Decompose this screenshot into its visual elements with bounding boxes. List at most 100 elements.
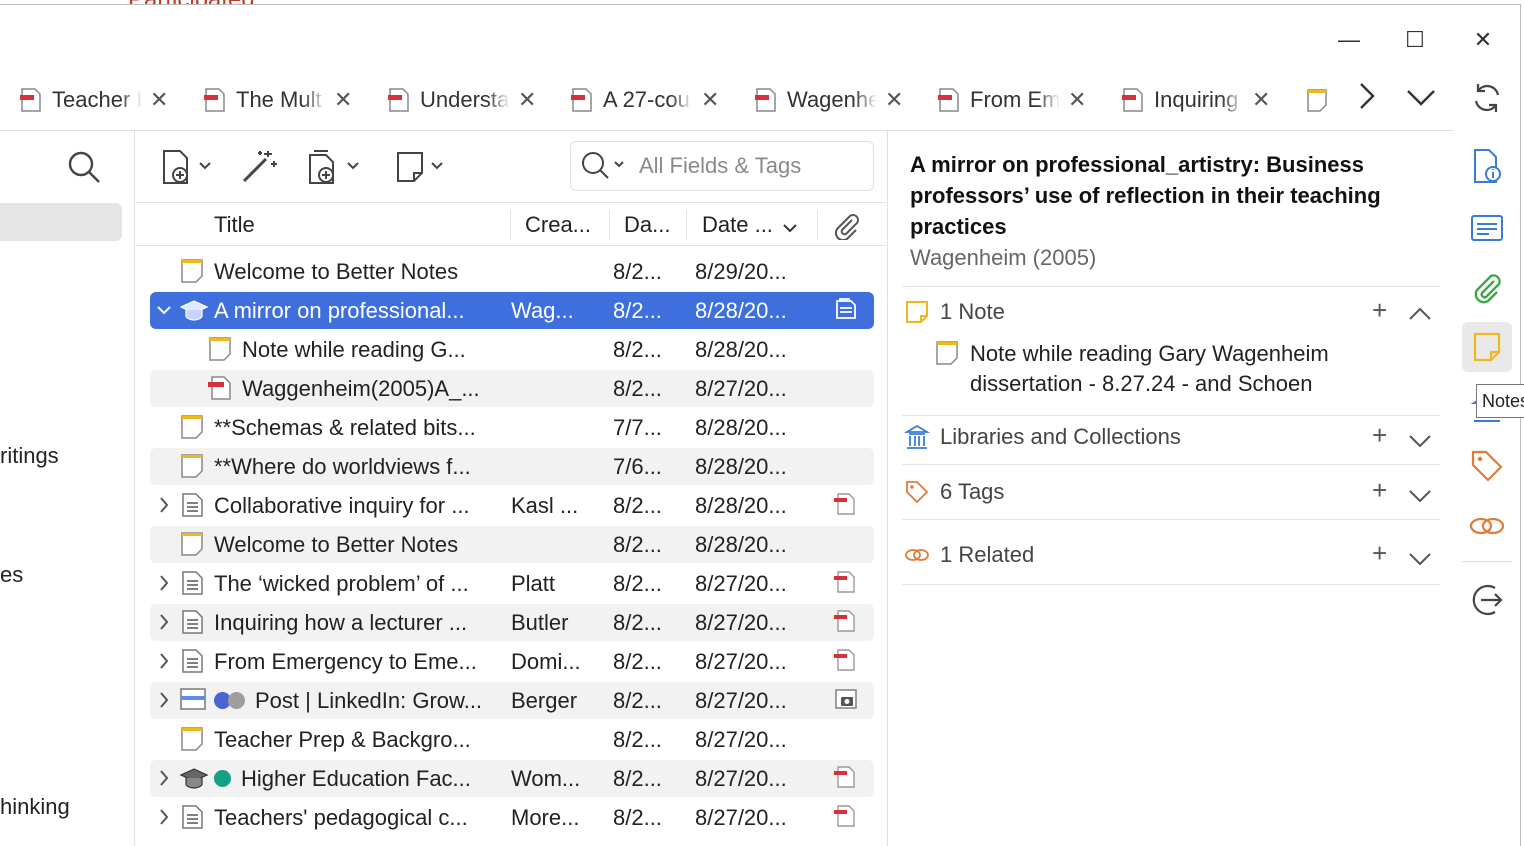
chevron-down-icon[interactable] xyxy=(1404,84,1438,117)
tab-reader-7[interactable]: Inquiring ✕ xyxy=(1122,85,1270,115)
search-input[interactable] xyxy=(639,153,859,179)
tags-section-header[interactable]: 6 Tags xyxy=(904,479,1004,505)
chevron-up-icon[interactable] xyxy=(1408,299,1432,330)
table-row[interactable]: Teachers' pedagogical c... More... 8/2... 8… xyxy=(150,799,874,836)
attachment-column-icon[interactable] xyxy=(832,212,860,246)
table-row[interactable]: Higher Education Fac... Wom... 8/2... 8/27/… xyxy=(150,760,874,797)
row-date-added: 8/2... xyxy=(613,376,662,401)
table-row[interactable]: A mirror on professional... Wag... 8/2... 8… xyxy=(150,292,874,329)
sidenav-tags[interactable] xyxy=(1462,441,1512,491)
tab-close-icon[interactable]: ✕ xyxy=(150,87,168,113)
selected-collection-row[interactable] xyxy=(0,203,122,241)
add-collection-button[interactable]: + xyxy=(1372,420,1387,451)
collection-row-fragment[interactable]: hinking xyxy=(0,794,70,820)
table-row[interactable]: Waggenheim(2005)A_... 8/2... 8/27/20... xyxy=(150,370,874,407)
new-note-button[interactable] xyxy=(394,149,450,185)
tab-close-icon[interactable]: ✕ xyxy=(1068,87,1086,113)
chevron-right-icon[interactable] xyxy=(1354,80,1380,119)
row-date-modified: 8/28/20... xyxy=(695,493,787,518)
chevron-down-icon[interactable] xyxy=(156,297,172,329)
chevron-right-icon[interactable] xyxy=(156,570,172,602)
chevron-right-icon[interactable] xyxy=(156,492,172,524)
sidenav-info[interactable] xyxy=(1462,141,1512,191)
search-icon[interactable] xyxy=(66,149,102,190)
chevron-down-icon[interactable] xyxy=(1408,544,1432,575)
sort-chevron-icon[interactable] xyxy=(782,216,798,242)
libraries-label: Libraries and Collections xyxy=(940,424,1181,449)
table-row[interactable]: **Schemas & related bits... 7/7... 8/28/20… xyxy=(150,409,874,446)
tab-reader-5[interactable]: Wagenhe ✕ xyxy=(755,85,903,115)
sidenav-abstract[interactable] xyxy=(1462,203,1512,253)
column-date-modified[interactable]: Date ... xyxy=(702,212,773,238)
sidenav-attachments[interactable] xyxy=(1462,263,1512,313)
table-row[interactable]: Post | LinkedIn: Grow... Berger 8/2... 8/27… xyxy=(150,682,874,719)
row-creator: Butler xyxy=(511,610,569,635)
table-row[interactable]: Teacher Prep & Backgro... 8/2... 8/27/20..… xyxy=(150,721,874,758)
sidenav-locate[interactable] xyxy=(1462,575,1512,625)
item-title[interactable]: A mirror on professional_artistry: Busin… xyxy=(910,149,1410,242)
collection-row-fragment[interactable]: ritings xyxy=(0,443,59,469)
new-item-button[interactable] xyxy=(160,149,216,185)
add-tag-button[interactable]: + xyxy=(1372,475,1387,506)
column-creator[interactable]: Crea... xyxy=(525,212,591,238)
row-date-added: 8/2... xyxy=(613,727,662,752)
snapshot-attachment-icon[interactable] xyxy=(834,687,858,713)
thesis-icon xyxy=(179,765,209,791)
add-related-button[interactable]: + xyxy=(1372,538,1387,569)
tab-reader-3[interactable]: Understa ✕ xyxy=(388,85,536,115)
child-note-row[interactable]: Note while reading Gary Wagenheim disser… xyxy=(934,339,1370,399)
column-date-added[interactable]: Da... xyxy=(624,212,670,238)
tab-close-icon[interactable]: ✕ xyxy=(1252,87,1270,113)
pdf-attachment-icon[interactable] xyxy=(834,804,858,830)
pdf-attachment-icon[interactable] xyxy=(834,609,858,635)
sync-button[interactable] xyxy=(1462,73,1512,123)
close-window-button[interactable]: ✕ xyxy=(1466,23,1500,57)
pdf-attachment-icon[interactable] xyxy=(834,570,858,596)
chevron-right-icon[interactable] xyxy=(156,687,172,719)
notes-attachment-icon[interactable] xyxy=(834,297,858,323)
tab-note-partial[interactable] xyxy=(1306,85,1338,115)
tab-reader-2[interactable]: The Mult ✕ xyxy=(204,85,352,115)
column-title[interactable]: Title xyxy=(214,212,255,238)
item-subtitle: Wagenheim (2005) xyxy=(910,245,1097,270)
table-row[interactable]: Collaborative inquiry for ... Kasl ... 8/2… xyxy=(150,487,874,524)
chevron-down-icon[interactable] xyxy=(1408,481,1432,512)
table-row[interactable]: **Where do worldviews f... 7/6... 8/28/20.… xyxy=(150,448,874,485)
row-title: Inquiring how a lecturer ... xyxy=(214,610,468,635)
tab-reader-1[interactable]: Teacher I ✕ xyxy=(20,85,168,115)
tab-close-icon[interactable]: ✕ xyxy=(334,87,352,113)
maximize-button[interactable]: ☐ xyxy=(1398,23,1432,57)
table-row[interactable]: Welcome to Better Notes 8/2... 8/29/20... xyxy=(150,253,874,290)
table-row[interactable]: Inquiring how a lecturer ... Butler 8/2...… xyxy=(150,604,874,641)
pdf-attachment-icon[interactable] xyxy=(834,765,858,791)
row-creator: Domi... xyxy=(511,649,581,674)
table-row[interactable]: Welcome to Better Notes 8/2... 8/28/20... xyxy=(150,526,874,563)
add-attachment-button[interactable] xyxy=(304,149,366,185)
libraries-section-header[interactable]: Libraries and Collections xyxy=(904,424,1181,450)
tab-close-icon[interactable]: ✕ xyxy=(701,87,719,113)
chevron-right-icon[interactable] xyxy=(156,765,172,797)
table-row[interactable]: Note while reading G... 8/2... 8/28/20... xyxy=(150,331,874,368)
tab-close-icon[interactable]: ✕ xyxy=(885,87,903,113)
table-row[interactable]: The ‘wicked problem’ of ... Platt 8/2... 8/… xyxy=(150,565,874,602)
chevron-right-icon[interactable] xyxy=(156,804,172,836)
chevron-down-icon[interactable] xyxy=(1408,426,1432,457)
table-row[interactable]: From Emergency to Eme... Domi... 8/2... 8/2… xyxy=(150,643,874,680)
tab-reader-4[interactable]: A 27-cou ✕ xyxy=(571,85,719,115)
chevron-right-icon[interactable] xyxy=(156,609,172,641)
collection-row-fragment[interactable]: es xyxy=(0,562,23,588)
search-box[interactable] xyxy=(570,141,874,191)
note-icon xyxy=(180,414,204,440)
pdf-attachment-icon[interactable] xyxy=(834,492,858,518)
related-section-header[interactable]: 1 Related xyxy=(904,542,1034,568)
notes-section-header[interactable]: 1 Note xyxy=(904,299,1005,325)
tab-close-icon[interactable]: ✕ xyxy=(518,87,536,113)
minimize-button[interactable]: — xyxy=(1332,23,1366,57)
pdf-attachment-icon[interactable] xyxy=(834,648,858,674)
add-by-identifier-button[interactable] xyxy=(240,149,280,185)
sidenav-related[interactable] xyxy=(1462,501,1512,551)
add-note-button[interactable]: + xyxy=(1372,295,1387,326)
chevron-right-icon[interactable] xyxy=(156,648,172,680)
sidenav-notes[interactable] xyxy=(1462,322,1512,372)
tab-reader-6[interactable]: From Em ✕ xyxy=(938,85,1086,115)
